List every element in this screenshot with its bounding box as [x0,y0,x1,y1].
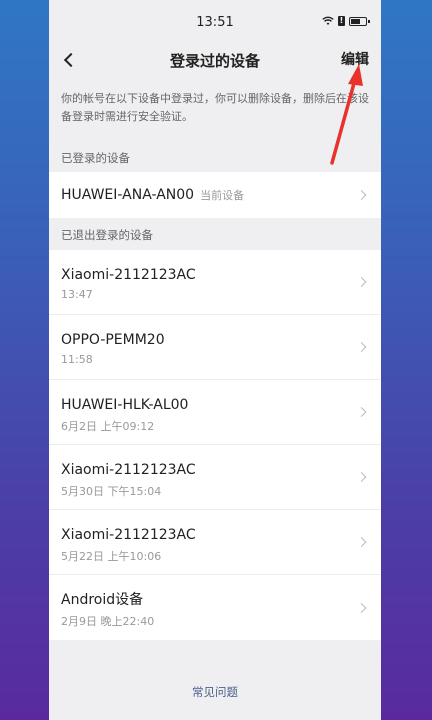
status-icons: ! [322,16,370,26]
logged-out-section-label: 已退出登录的设备 [61,228,153,242]
page-title: 登录过的设备 [169,52,260,70]
device-row[interactable]: Xiaomi-2112123AC 5月30日 下午15:04 [49,445,381,510]
device-login-time: 11:58 [61,353,93,366]
device-name: Xiaomi-2112123AC [61,267,196,283]
status-bar: 13:51 ! [49,0,381,46]
device-name: HUAWEI-HLK-AL00 [61,397,189,413]
device-name: Xiaomi-2112123AC [61,462,196,478]
current-device-tag: 当前设备 [200,189,245,202]
device-login-time: 2月9日 晚上22:40 [61,615,155,628]
logged-in-section-label: 已登录的设备 [61,151,130,165]
description-text: 你的帐号在以下设备中登录过，你可以删除设备，删除后在该设备登录时需进行安全验证。 [61,92,369,123]
device-name: Xiaomi-2112123AC [61,527,196,543]
device-login-time: 13:47 [61,288,93,301]
device-row[interactable]: Android设备 2月9日 晚上22:40 [49,575,381,640]
battery-icon [349,16,370,26]
chevron-right-icon [356,190,367,200]
faq-link[interactable]: 常见问题 [49,684,381,700]
device-name: Android设备 [61,592,144,608]
current-device-row[interactable]: HUAWEI-ANA-AN00 当前设备 [49,172,381,218]
logged-out-device-list: Xiaomi-2112123AC 13:47 OPPO-PEMM20 11:58… [49,250,381,640]
device-login-time: 5月22日 上午10:06 [61,550,162,563]
device-name: OPPO-PEMM20 [61,332,165,348]
device-row[interactable]: HUAWEI-HLK-AL00 6月2日 上午09:12 [49,380,381,445]
device-login-time: 6月2日 上午09:12 [61,420,155,433]
device-row[interactable]: Xiaomi-2112123AC 13:47 [49,250,381,315]
edit-button[interactable]: 编辑 [341,49,369,69]
alert-icon: ! [338,16,345,26]
phone-screen: 13:51 ! 登录过的设备 编辑 你的帐号在以下设备中登录过，你可以删除设备，… [49,0,381,720]
device-row[interactable]: OPPO-PEMM20 11:58 [49,315,381,380]
device-row[interactable]: Xiaomi-2112123AC 5月22日 上午10:06 [49,510,381,575]
wifi-icon [322,16,334,25]
device-name: HUAWEI-ANA-AN00 [61,187,195,203]
nav-bar: 登录过的设备 编辑 [49,46,381,74]
device-login-time: 5月30日 下午15:04 [61,485,162,498]
